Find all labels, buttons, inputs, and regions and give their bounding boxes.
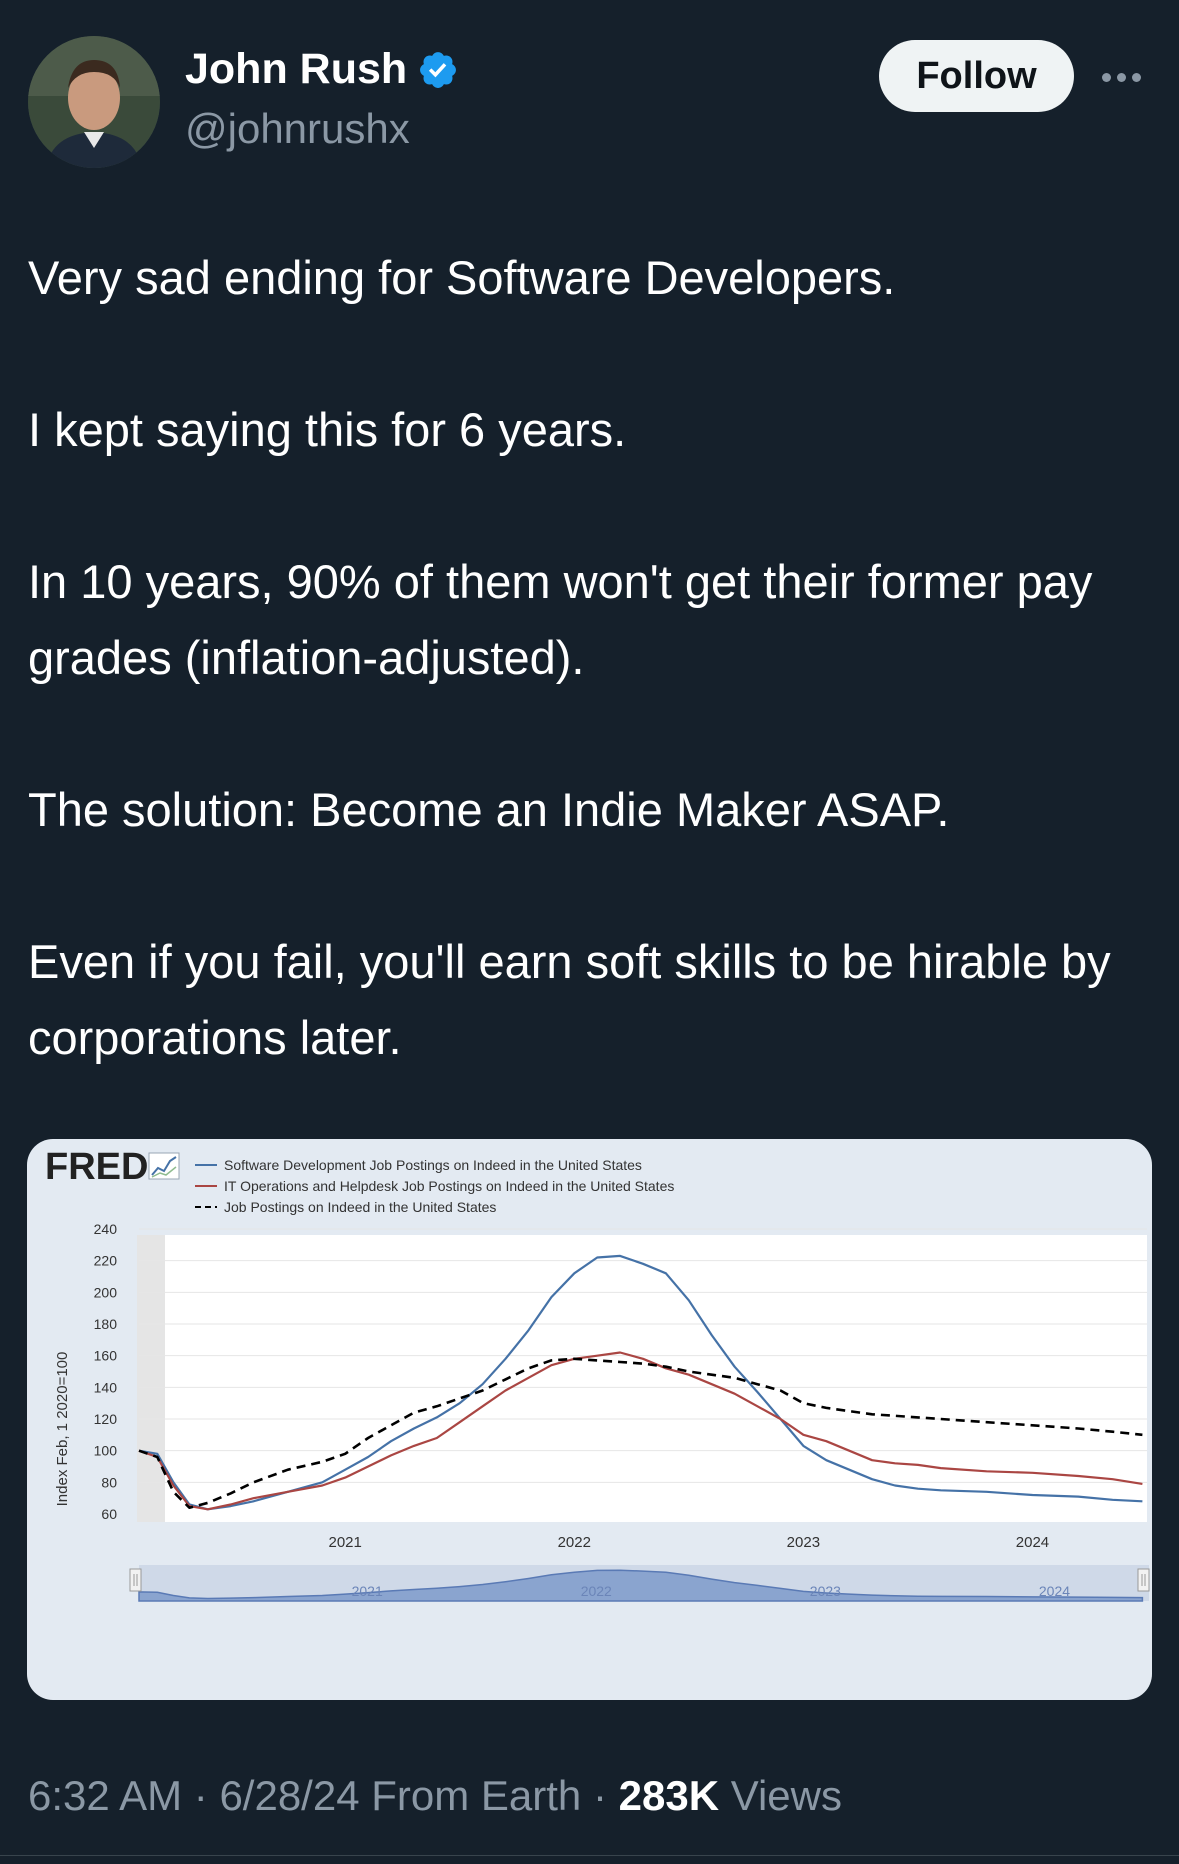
tweet-text: Very sad ending for Software Developers.… <box>28 240 1158 1076</box>
x-tick-label: 2021 <box>328 1534 361 1551</box>
tweet-paragraph: I kept saying this for 6 years. <box>28 403 627 456</box>
recession-shade <box>137 1235 165 1522</box>
tweet-meta: 6:32 AM · 6/28/24 From Earth · 283K View… <box>28 1772 842 1820</box>
separator-dot: · <box>592 1772 619 1819</box>
tweet-paragraph: The solution: Become an Indie Maker ASAP… <box>28 783 950 836</box>
y-axis-ticks: 60 80 100 120 140 160 180 200 220 240 <box>94 1221 118 1522</box>
separator-dot: · <box>193 1772 220 1819</box>
follow-button[interactable]: Follow <box>879 40 1074 112</box>
x-tick-label: 2024 <box>1016 1534 1049 1551</box>
y-tick-label: 200 <box>94 1284 118 1300</box>
fred-logo-graph-icon <box>148 1152 180 1180</box>
y-tick-label: 80 <box>101 1474 117 1490</box>
fred-chart: FRED Software Development Job Postings o… <box>45 1146 1150 1602</box>
divider <box>0 1855 1179 1856</box>
legend-label: IT Operations and Helpdesk Job Postings … <box>224 1178 674 1194</box>
y-tick-label: 220 <box>94 1253 118 1269</box>
more-options-icon[interactable] <box>1102 62 1146 92</box>
y-tick-label: 120 <box>94 1411 118 1427</box>
views-label: Views <box>730 1772 842 1819</box>
tweet-source: From Earth <box>371 1772 582 1819</box>
tweet-paragraph: Very sad ending for Software Developers. <box>28 251 896 304</box>
navigator-left-handle[interactable] <box>129 1568 142 1592</box>
y-axis-label: Index Feb, 1 2020=100 <box>54 1352 71 1507</box>
tweet-paragraph: Even if you fail, you'll earn soft skill… <box>28 935 1111 1064</box>
verified-badge-icon <box>420 51 457 88</box>
y-tick-label: 180 <box>94 1316 118 1332</box>
profile-photo <box>28 36 160 168</box>
author-handle[interactable]: @johnrushx <box>185 108 410 150</box>
author-row: John Rush <box>185 48 459 91</box>
tweet-time[interactable]: 6:32 AM <box>28 1772 182 1819</box>
x-tick-label: 2022 <box>558 1534 591 1551</box>
y-tick-label: 100 <box>94 1443 118 1459</box>
author-name[interactable]: John Rush <box>185 48 407 91</box>
navigator-label: 2023 <box>810 1583 841 1599</box>
y-tick-label: 240 <box>94 1221 118 1237</box>
navigator-right-handle[interactable] <box>1137 1568 1150 1592</box>
avatar[interactable] <box>28 36 160 168</box>
navigator-label: 2022 <box>581 1583 612 1599</box>
fred-logo: FRED <box>45 1146 148 1188</box>
legend-label: Job Postings on Indeed in the United Sta… <box>224 1199 496 1215</box>
navigator-label: 2024 <box>1039 1583 1070 1599</box>
chart-legend: Software Development Job Postings on Ind… <box>195 1157 674 1215</box>
tweet-paragraph: In 10 years, 90% of them won't get their… <box>28 555 1093 684</box>
y-tick-label: 60 <box>101 1506 117 1522</box>
x-axis-ticks: 2021 2022 2023 2024 <box>328 1534 1049 1551</box>
navigator-label: 2021 <box>352 1583 383 1599</box>
views-count: 283K <box>618 1772 720 1819</box>
chart-image[interactable]: FRED Software Development Job Postings o… <box>27 1139 1152 1700</box>
legend-label: Software Development Job Postings on Ind… <box>224 1157 642 1173</box>
y-tick-label: 140 <box>94 1379 118 1395</box>
plot-area <box>137 1235 1147 1522</box>
x-tick-label: 2023 <box>787 1534 820 1551</box>
tweet-date[interactable]: 6/28/24 <box>219 1772 359 1819</box>
y-tick-label: 160 <box>94 1348 118 1364</box>
